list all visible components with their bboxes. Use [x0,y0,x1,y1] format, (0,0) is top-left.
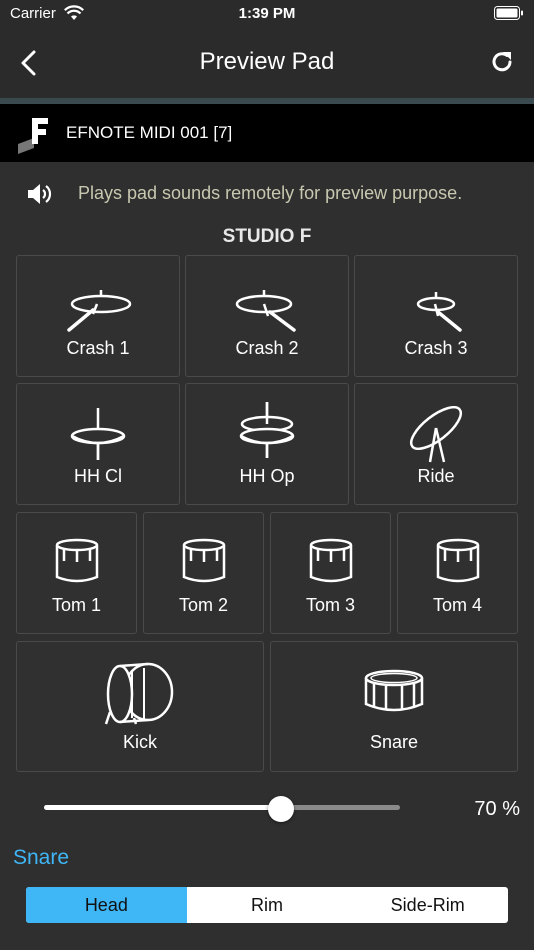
tom-drum-icon [309,538,352,583]
status-bar: Carrier 1:39 PM [0,0,534,28]
navigation-bar: Preview Pad [0,28,534,98]
hihat-open-icon [239,402,295,458]
device-name: EFNOTE MIDI 001 [7] [66,123,233,142]
page-title: Preview Pad [199,48,335,75]
info-text: Plays pad sounds remotely for preview pu… [78,183,463,203]
pad-crash-1[interactable]: Crash 1 [16,255,180,377]
device-bar: EFNOTE MIDI 001 [7] [0,104,534,162]
pad-hh-open[interactable]: HH Op [185,383,349,505]
pad-snare[interactable]: Snare [270,641,518,772]
refresh-button[interactable] [488,48,516,76]
hit-zone-segmented-control: Head Rim Side-Rim [26,887,508,923]
crash-cymbal-icon [67,290,132,332]
pad-tom-3[interactable]: Tom 3 [270,512,391,634]
pad-kick[interactable]: Kick [16,641,264,772]
snare-drum-icon [364,669,424,712]
tom-drum-icon [436,538,479,583]
tom-drum-icon [55,538,98,583]
kick-drum-icon [104,662,174,725]
pad-hh-closed[interactable]: HH Cl [16,383,180,505]
segment-side-rim[interactable]: Side-Rim [347,887,508,923]
pad-label: Tom 1 [51,595,102,615]
pad-label: Tom 4 [432,595,483,615]
hihat-closed-icon [70,408,126,460]
battery-icon [494,6,524,25]
pad-label: Kick [122,732,157,752]
speaker-icon [26,180,54,208]
efnote-logo-icon [16,114,52,154]
refresh-icon [492,52,512,72]
status-time: 1:39 PM [238,5,296,22]
tom-drum-icon [182,538,225,583]
pad-label: HH Op [239,466,295,486]
segment-rim[interactable]: Rim [187,887,348,923]
pad-label: Crash 1 [66,338,130,358]
pad-label: Tom 3 [305,595,356,615]
pad-label: Snare [369,732,419,752]
selected-pad-name: Snare [13,846,70,869]
info-row: Plays pad sounds remotely for preview pu… [0,176,534,212]
pad-tom-4[interactable]: Tom 4 [397,512,518,634]
pad-label: HH Cl [74,466,122,486]
pad-tom-2[interactable]: Tom 2 [143,512,264,634]
volume-slider-fill [44,805,281,810]
pad-ride[interactable]: Ride [354,383,518,505]
pad-crash-3[interactable]: Crash 3 [354,255,518,377]
pad-label: Crash 2 [235,338,299,358]
pad-label: Tom 2 [178,595,229,615]
volume-slider-track[interactable] [44,805,400,810]
pad-label: Ride [417,466,455,486]
volume-value: 70 % [474,798,520,820]
kit-name: STUDIO F [222,226,312,247]
pad-tom-1[interactable]: Tom 1 [16,512,137,634]
ride-cymbal-icon [409,406,463,463]
segment-head[interactable]: Head [26,887,187,923]
crash-cymbal-icon [416,292,462,332]
pad-label: Crash 3 [404,338,468,358]
crash-cymbal-icon [235,290,296,332]
volume-slider-thumb[interactable] [268,796,294,822]
pad-crash-2[interactable]: Crash 2 [185,255,349,377]
